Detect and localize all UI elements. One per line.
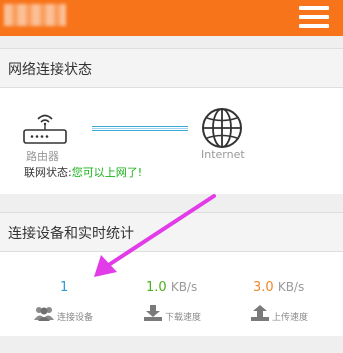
download-value: 1.0	[146, 280, 167, 295]
download-speed: 1.0 KB/s	[146, 280, 197, 295]
upload-unit: KB/s	[277, 280, 305, 294]
download-unit: KB/s	[170, 280, 198, 294]
download-icon	[144, 305, 162, 321]
menu-bar	[299, 24, 329, 28]
network-status-panel: 路由器 Internet 联网状态:您可以上网了!	[0, 88, 343, 194]
router-icon	[23, 114, 67, 144]
menu-bar	[299, 15, 329, 19]
network-status-title: 网络连接状态	[8, 62, 92, 78]
internet-label: Internet	[201, 148, 245, 161]
globe-icon	[202, 108, 242, 148]
devices-stats-title: 连接设备和实时统计	[8, 226, 134, 242]
upload-icon	[251, 305, 269, 321]
router-label: 路由器	[26, 150, 59, 163]
connected-count[interactable]: 1	[60, 280, 68, 295]
menu-bar	[299, 6, 329, 10]
internet-status: 联网状态:您可以上网了!	[24, 164, 142, 180]
status-value: 您可以上网了!	[71, 166, 143, 179]
connection-line	[92, 126, 188, 131]
status-label: 联网状态:	[24, 166, 72, 179]
network-status-header: 网络连接状态	[0, 48, 343, 88]
users-icon	[34, 307, 54, 321]
download-label: 下载速度	[165, 313, 202, 323]
app-header	[0, 0, 343, 36]
upload-value: 3.0	[253, 280, 274, 295]
hamburger-menu-button[interactable]	[299, 6, 329, 28]
connected-label: 连接设备	[57, 313, 94, 323]
upload-speed: 3.0 KB/s	[253, 280, 304, 295]
upload-label: 上传速度	[272, 313, 309, 323]
devices-stats-panel: 1 1.0 KB/s 3.0 KB/s 连接设备 下载速度 上传速度	[0, 252, 343, 336]
blurred-logo	[4, 4, 66, 26]
devices-stats-header: 连接设备和实时统计	[0, 212, 343, 252]
